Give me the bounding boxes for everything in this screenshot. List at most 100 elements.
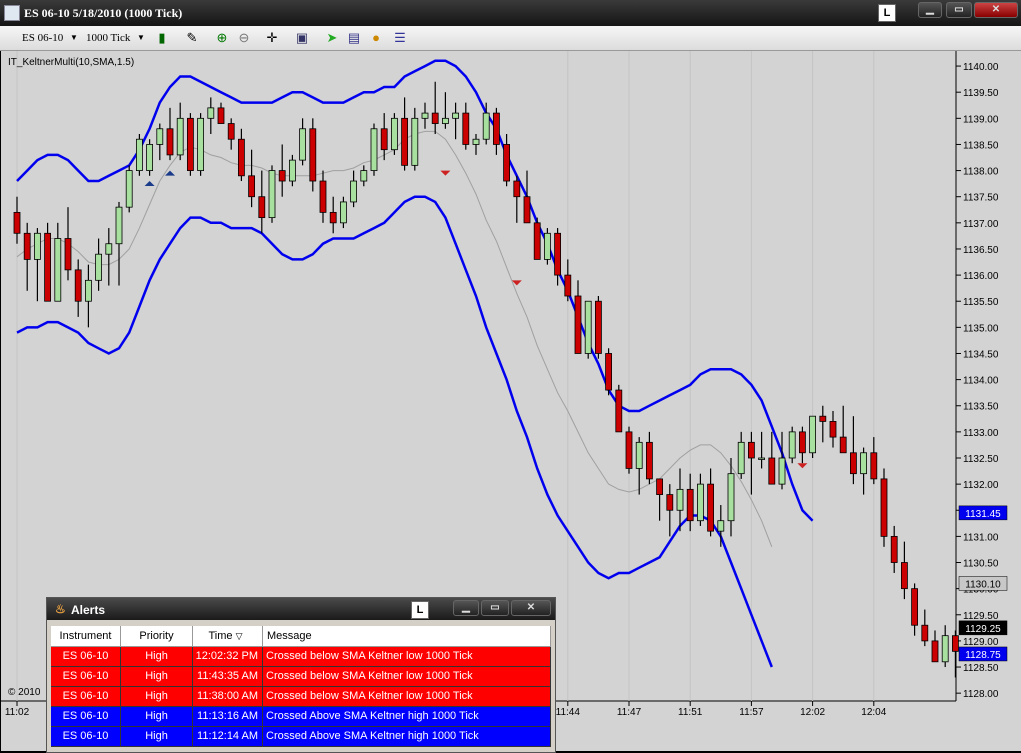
candle-down[interactable] xyxy=(74,269,82,302)
sort-descending-icon[interactable]: ▽ xyxy=(236,631,243,641)
alert-row[interactable]: ES 06-10 High 11:13:16 AM Crossed Above SMA… xyxy=(51,707,551,727)
candle-up[interactable] xyxy=(360,170,368,182)
candle-up[interactable] xyxy=(197,117,205,171)
zoom-out-icon[interactable]: ⊖ xyxy=(236,30,252,46)
candle-up[interactable] xyxy=(737,441,745,475)
candle-down[interactable] xyxy=(329,211,337,224)
candle-down[interactable] xyxy=(319,180,327,213)
alerts-maximize-button[interactable]: ▭ xyxy=(481,600,509,616)
candle-down[interactable] xyxy=(931,640,939,663)
candle-down[interactable] xyxy=(533,222,541,260)
candle-up[interactable] xyxy=(350,180,358,203)
alert-row[interactable]: ES 06-10 High 11:43:35 AM Crossed below SMA… xyxy=(51,667,551,687)
candle-up[interactable] xyxy=(115,206,123,245)
candle-up[interactable] xyxy=(95,253,102,281)
candle-down[interactable] xyxy=(44,232,51,302)
candle-down[interactable] xyxy=(656,478,663,495)
column-header-priority[interactable]: Priority xyxy=(121,626,193,646)
candle-down[interactable] xyxy=(217,107,225,124)
crosshair-icon[interactable]: ✛ xyxy=(264,30,280,46)
chevron-down-icon[interactable]: ▼ xyxy=(70,30,78,46)
alerts-window[interactable]: ♨ Alerts L ▁ ▭ ✕ Instrument Priority Tim… xyxy=(46,597,556,753)
candle-down[interactable] xyxy=(278,170,286,182)
minimize-button[interactable]: ▁ xyxy=(918,2,942,18)
alerts-close-button[interactable]: ✕ xyxy=(511,600,551,616)
candle-down[interactable] xyxy=(166,128,174,156)
candle-up[interactable] xyxy=(697,483,704,522)
candle-up[interactable] xyxy=(390,117,398,151)
candle-down[interactable] xyxy=(799,431,806,454)
candle-down[interactable] xyxy=(880,478,888,537)
candle-up[interactable] xyxy=(727,473,735,522)
candle-up[interactable] xyxy=(85,279,92,302)
candle-down[interactable] xyxy=(248,175,256,198)
candle-down[interactable] xyxy=(707,483,714,532)
candle-down[interactable] xyxy=(462,112,470,145)
candle-down[interactable] xyxy=(13,211,21,234)
candle-up[interactable] xyxy=(125,170,133,208)
candle-down[interactable] xyxy=(666,494,674,511)
alert-row[interactable]: ES 06-10 High 11:12:14 AM Crossed Above SMA… xyxy=(51,727,551,747)
candle-down[interactable] xyxy=(748,441,755,459)
alert-row[interactable]: ES 06-10 High 11:38:00 AM Crossed below SMA… xyxy=(51,687,551,707)
candle-down[interactable] xyxy=(615,389,623,433)
candle-down[interactable] xyxy=(227,123,235,140)
candle-down[interactable] xyxy=(401,117,409,166)
candle-up[interactable] xyxy=(421,112,429,119)
candle-up[interactable] xyxy=(288,159,296,182)
candle-up[interactable] xyxy=(472,138,480,145)
candle-down[interactable] xyxy=(595,300,602,354)
candle-down[interactable] xyxy=(911,588,918,626)
candle-down[interactable] xyxy=(870,452,878,480)
candle-down[interactable] xyxy=(646,441,653,480)
candle-down[interactable] xyxy=(768,457,776,485)
candle-up[interactable] xyxy=(54,238,62,302)
candle-up[interactable] xyxy=(441,117,449,124)
column-header-time[interactable]: Time ▽ xyxy=(193,626,263,646)
candle-down[interactable] xyxy=(564,274,572,297)
candle-up[interactable] xyxy=(156,128,164,145)
candle-up[interactable] xyxy=(207,107,215,119)
candle-down[interactable] xyxy=(574,295,582,354)
candle-up[interactable] xyxy=(758,457,765,460)
alerts-minimize-button[interactable]: ▁ xyxy=(453,600,479,616)
candle-up[interactable] xyxy=(778,457,786,485)
alert-row[interactable]: ES 06-10 High 12:02:32 PM Crossed below SMA… xyxy=(51,647,551,667)
market-analyzer-icon[interactable]: ● xyxy=(368,30,384,46)
candle-down[interactable] xyxy=(258,196,266,219)
candle-down[interactable] xyxy=(921,624,929,642)
candle-down[interactable] xyxy=(839,436,847,454)
candle-up[interactable] xyxy=(635,441,643,469)
candle-down[interactable] xyxy=(625,431,633,469)
candle-down[interactable] xyxy=(237,138,245,177)
candle-up[interactable] xyxy=(135,138,143,171)
data-box-icon[interactable]: ▣ xyxy=(294,30,310,46)
candle-up[interactable] xyxy=(176,117,184,156)
candle-down[interactable] xyxy=(431,112,439,124)
candle-down[interactable] xyxy=(890,535,898,563)
candle-down[interactable] xyxy=(686,488,694,522)
candle-down[interactable] xyxy=(513,180,521,198)
candle-up[interactable] xyxy=(146,144,154,171)
candle-up[interactable] xyxy=(370,128,378,171)
candle-down[interactable] xyxy=(605,353,612,391)
candle-up[interactable] xyxy=(860,452,867,475)
candle-down[interactable] xyxy=(819,415,827,422)
candle-up[interactable] xyxy=(676,488,684,511)
candle-down[interactable] xyxy=(523,196,531,224)
candle-down[interactable] xyxy=(186,117,194,171)
candle-up[interactable] xyxy=(941,635,949,663)
candle-up[interactable] xyxy=(584,300,592,354)
chart-style-icon[interactable]: ▮ xyxy=(154,30,170,46)
candle-down[interactable] xyxy=(309,128,317,182)
alerts-lock-button[interactable]: L xyxy=(411,601,429,619)
candle-up[interactable] xyxy=(299,128,307,161)
candle-up[interactable] xyxy=(34,232,41,260)
candle-down[interactable] xyxy=(952,635,959,652)
draw-pencil-icon[interactable]: ✎ xyxy=(184,30,200,46)
candle-up[interactable] xyxy=(105,243,113,255)
candle-down[interactable] xyxy=(64,238,72,271)
candle-down[interactable] xyxy=(503,144,511,182)
zoom-in-icon[interactable]: ⊕ xyxy=(214,30,230,46)
indicators-icon[interactable]: ▤ xyxy=(346,30,362,46)
